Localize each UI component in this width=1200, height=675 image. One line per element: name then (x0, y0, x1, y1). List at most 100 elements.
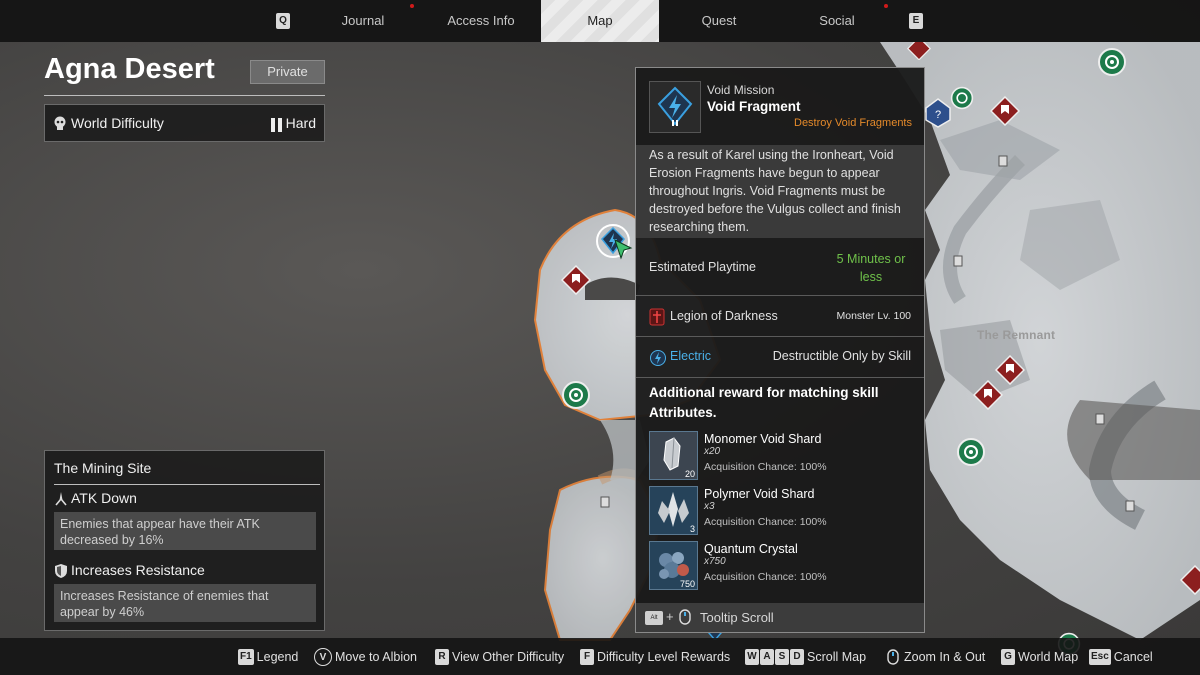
reward-item[interactable]: 3 Polymer Void Shard x3 Acquisition Chan… (649, 486, 911, 536)
reward-item[interactable]: 750 Quantum Crystal x750 Acquisition Cha… (649, 541, 911, 591)
map-pin-mission-icon[interactable] (907, 42, 931, 60)
hint-label: Scroll Map (807, 650, 867, 664)
site-info-panel: The Mining Site ATK Down Enemies that ap… (44, 450, 325, 631)
reward-quantity-badge: 3 (689, 524, 695, 534)
mouse-scroll-icon (678, 609, 692, 630)
world-difficulty-value: Hard (285, 115, 316, 131)
key-v: V (314, 648, 332, 666)
hint-world-map[interactable]: G World Map (1001, 649, 1078, 665)
key-a: A (760, 649, 774, 665)
map-pin-portal-icon[interactable] (561, 380, 591, 410)
effect-name: ATK Down (71, 490, 137, 506)
key-g: G (1001, 649, 1015, 665)
key-r: R (435, 649, 449, 665)
reward-amount: x750 (704, 556, 726, 567)
mouse-scroll-icon (886, 649, 904, 668)
nav-prev-key[interactable]: Q (276, 13, 290, 29)
tooltip-scroll-hint[interactable]: Alt + Tooltip Scroll (636, 603, 924, 632)
tooltip-header: Void Mission Void Fragment Destroy Void … (636, 68, 924, 143)
reward-amount: x3 (704, 501, 715, 512)
sword-down-icon (54, 491, 68, 512)
tooltip-scroll-label: Tooltip Scroll (700, 610, 774, 625)
element-note: Destructible Only by Skill (772, 349, 911, 363)
key-s: S (775, 649, 789, 665)
tab-journal[interactable]: Journal (320, 0, 406, 42)
divider (44, 95, 325, 96)
faction-emblem-icon (649, 308, 665, 331)
map-pin-portal-icon[interactable] (1097, 47, 1127, 77)
hint-label: World Map (1018, 650, 1079, 664)
reward-chance: Acquisition Chance: 100% (704, 461, 827, 473)
nav-next-key[interactable]: E (909, 13, 923, 29)
effect-name: Increases Resistance (71, 562, 205, 578)
tab-map[interactable]: Map (541, 0, 659, 42)
tab-access-info[interactable]: Access Info (425, 0, 537, 42)
quantum-crystal-icon: 750 (649, 541, 698, 590)
element-name: Electric (670, 349, 711, 363)
playtime-row: Estimated Playtime 5 Minutes or less (636, 239, 924, 296)
hint-cancel[interactable]: Esc Cancel (1089, 649, 1153, 665)
mission-description: As a result of Karel using the Ironheart… (636, 145, 924, 238)
map-pin-mission-icon[interactable] (973, 380, 1003, 410)
bonus-reward-title: Additional reward for matching skill Att… (649, 385, 879, 420)
map-pin-mission-icon[interactable] (990, 96, 1020, 126)
hint-zoom[interactable]: Zoom In & Out (886, 649, 985, 665)
map-pin-portal-icon[interactable] (950, 86, 974, 110)
hint-label: Move to Albion (335, 650, 417, 664)
cursor-pointer-icon (613, 238, 635, 262)
reward-quantity-badge: 20 (684, 469, 695, 479)
hint-view-other-difficulty[interactable]: R View Other Difficulty (435, 649, 564, 665)
hint-label: Zoom In & Out (904, 650, 986, 664)
electric-icon (650, 349, 666, 372)
world-difficulty-label: World Difficulty (71, 115, 164, 131)
reward-name: Quantum Crystal (704, 542, 798, 556)
notification-dot (884, 4, 888, 8)
reward-name: Monomer Void Shard (704, 432, 822, 446)
map-pin-mission-icon[interactable] (561, 265, 591, 295)
hint-difficulty-level-rewards[interactable]: F Difficulty Level Rewards (580, 649, 730, 665)
playtime-value: 5 Minutes or less (836, 252, 906, 284)
skull-icon (53, 116, 67, 137)
map-location-label: The Remnant (977, 328, 1056, 342)
effect-description: Increases Resistance of enemies that app… (54, 584, 316, 622)
reward-item[interactable]: 20 Monomer Void Shard x20 Acquisition Ch… (649, 431, 911, 481)
privacy-button[interactable]: Private (250, 60, 325, 84)
control-hints-bar: F1 Legend V Move to Albion R View Other Dif… (0, 638, 1200, 675)
effect-description: Enemies that appear have their ATK decre… (54, 512, 316, 550)
plus-sign: + (666, 609, 674, 624)
map-pin-unknown-icon[interactable]: ? (925, 98, 951, 128)
tab-quest[interactable]: Quest (670, 0, 768, 42)
hint-label: View Other Difficulty (452, 650, 565, 664)
hint-move-to-albion[interactable]: V Move to Albion (314, 648, 417, 666)
map-pin-mission-icon[interactable] (1180, 565, 1200, 595)
faction-row: Legion of Darkness Monster Lv. 100 (636, 297, 924, 337)
key-f1: F1 (238, 649, 254, 665)
element-row: Electric Destructible Only by Skill (636, 338, 924, 378)
reward-chance: Acquisition Chance: 100% (704, 571, 827, 583)
notification-dot (410, 4, 414, 8)
region-title: Agna Desert (44, 53, 215, 85)
mission-tooltip: Void Mission Void Fragment Destroy Void … (635, 67, 925, 633)
hint-legend[interactable]: F1 Legend (238, 649, 298, 665)
mission-objective: Destroy Void Fragments (794, 117, 912, 129)
hint-scroll-map[interactable]: W A S D Scroll Map (745, 649, 866, 665)
mission-type: Void Mission (707, 83, 775, 97)
mission-name: Void Fragment (707, 99, 801, 114)
alt-key: Alt (645, 611, 663, 625)
world-difficulty-panel[interactable]: World Difficulty Hard (44, 104, 325, 142)
reward-amount: x20 (704, 446, 721, 457)
reward-name: Polymer Void Shard (704, 487, 815, 501)
key-d: D (790, 649, 804, 665)
key-w: W (745, 649, 759, 665)
shield-icon (54, 563, 68, 584)
monster-level: Monster Lv. 100 (836, 310, 911, 322)
map-pin-portal-icon[interactable] (956, 437, 986, 467)
svg-text:?: ? (935, 109, 941, 121)
crystal-cluster-icon: 3 (649, 486, 698, 535)
divider (54, 484, 320, 485)
faction-name: Legion of Darkness (670, 309, 778, 323)
void-mission-icon (649, 81, 701, 133)
reward-quantity-badge: 750 (679, 579, 695, 589)
tab-social[interactable]: Social (790, 0, 884, 42)
key-f: F (580, 649, 594, 665)
